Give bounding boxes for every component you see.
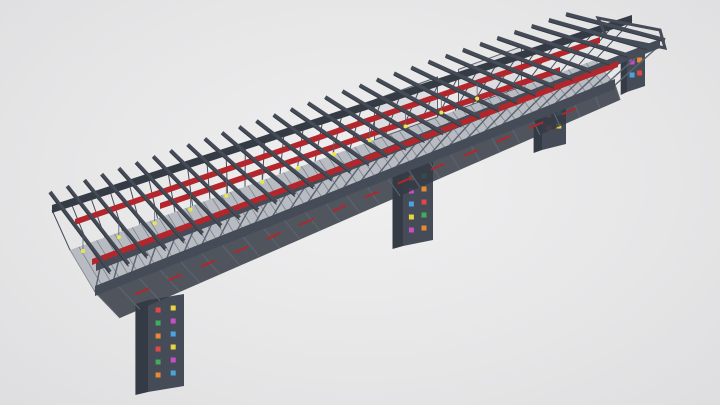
column-light bbox=[637, 70, 643, 76]
column-light bbox=[170, 331, 176, 337]
column-light bbox=[170, 357, 176, 363]
hanging-lamp bbox=[260, 179, 265, 184]
red-roof-beam-2 bbox=[92, 61, 618, 265]
column-light bbox=[629, 72, 635, 78]
column-light bbox=[155, 320, 161, 326]
column-light bbox=[155, 359, 161, 365]
hanging-lamp bbox=[188, 207, 193, 212]
hanging-lamp bbox=[224, 193, 229, 198]
bridge-structure-render bbox=[48, 12, 668, 395]
hanging-lamp bbox=[439, 110, 444, 115]
hanging-lamp bbox=[116, 235, 121, 240]
3d-model-viewport[interactable] bbox=[0, 0, 720, 405]
hanging-lamp bbox=[475, 96, 480, 101]
column-light bbox=[170, 318, 176, 324]
column-light bbox=[155, 307, 161, 313]
column-light bbox=[170, 344, 176, 350]
column-light bbox=[421, 186, 427, 192]
hanging-lamp bbox=[367, 138, 372, 143]
hanging-lamp bbox=[295, 165, 300, 170]
column-light bbox=[170, 370, 176, 376]
column-light bbox=[408, 214, 414, 220]
hanging-lamp bbox=[331, 152, 336, 157]
hanging-lamp bbox=[152, 221, 157, 226]
column-1 bbox=[148, 294, 184, 392]
hanging-lamp bbox=[403, 124, 408, 129]
column-light bbox=[170, 305, 176, 311]
column-light bbox=[155, 372, 161, 378]
hanging-lamp bbox=[81, 249, 85, 253]
column-light bbox=[408, 227, 414, 233]
column-light bbox=[421, 225, 427, 231]
column-light bbox=[155, 333, 161, 339]
column-light bbox=[408, 201, 414, 207]
column-light bbox=[421, 212, 427, 218]
column-light bbox=[155, 346, 161, 352]
column-light bbox=[421, 199, 427, 205]
column-side-1 bbox=[135, 300, 148, 395]
